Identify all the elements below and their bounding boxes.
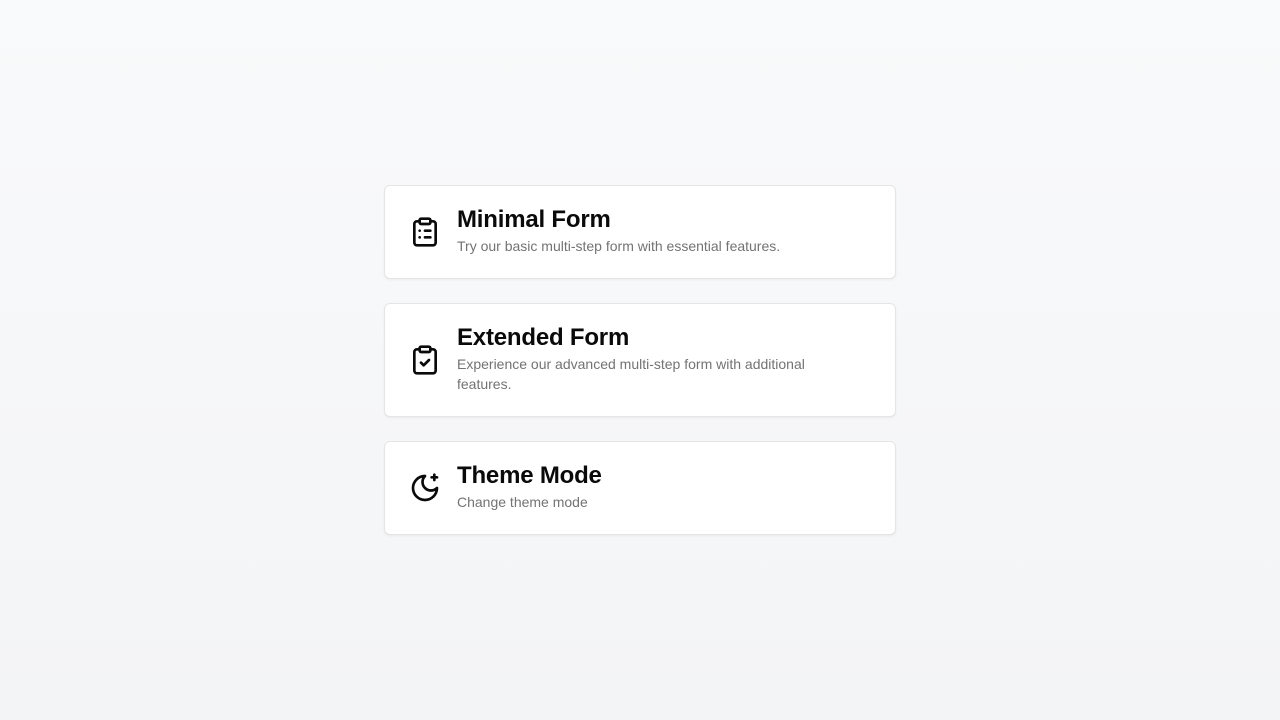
theme-mode-text: Theme Mode Change theme mode (457, 464, 602, 512)
theme-mode-description: Change theme mode (457, 494, 588, 510)
theme-mode-card[interactable]: Theme Mode Change theme mode (384, 441, 896, 535)
clipboard-check-icon (409, 344, 441, 376)
theme-mode-title: Theme Mode (457, 462, 602, 489)
extended-form-card[interactable]: Extended Form Experience our advanced mu… (384, 303, 896, 417)
minimal-form-text: Minimal Form Try our basic multi-step fo… (457, 208, 780, 256)
moon-plus-icon (409, 472, 441, 504)
extended-form-text: Extended Form Experience our advanced mu… (457, 326, 857, 394)
minimal-form-card[interactable]: Minimal Form Try our basic multi-step fo… (384, 185, 896, 279)
extended-form-description: Experience our advanced multi-step form … (457, 356, 805, 392)
minimal-form-description: Try our basic multi-step form with essen… (457, 238, 781, 254)
clipboard-list-icon (409, 216, 441, 248)
extended-form-title: Extended Form (457, 324, 630, 351)
minimal-form-title: Minimal Form (457, 206, 611, 233)
card-list: Minimal Form Try our basic multi-step fo… (384, 185, 896, 559)
